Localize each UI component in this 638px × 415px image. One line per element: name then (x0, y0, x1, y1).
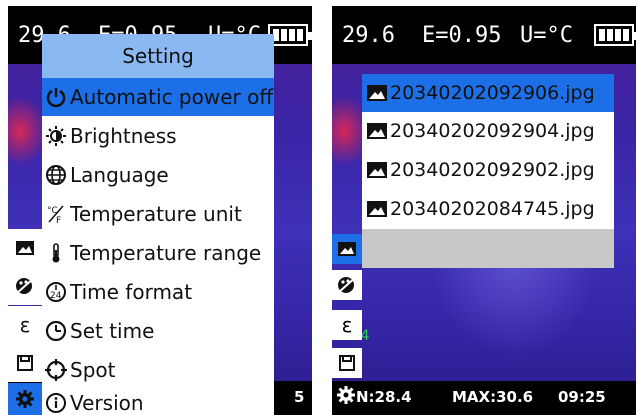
menu-item-label: Time format (70, 280, 193, 304)
storage-icon[interactable] (8, 344, 42, 382)
clock-icon (44, 319, 68, 343)
image-file-icon (367, 85, 387, 101)
svg-text:24: 24 (50, 291, 62, 301)
emissivity-icon[interactable]: ε (8, 306, 42, 344)
file-row[interactable]: 20340202092906.jpg (362, 74, 614, 112)
menu-item-spot[interactable]: Spot (42, 351, 274, 389)
settings-menu: Setting Automatic power off Brightness L… (42, 34, 274, 415)
file-row[interactable]: 20340202092904.jpg (362, 112, 614, 150)
palette-icon[interactable] (332, 270, 362, 300)
clock-time: 09:25 (558, 388, 606, 406)
menu-item-label: Automatic power off (70, 85, 274, 109)
temperature-readout: 29.6 (342, 23, 395, 48)
menu-item-label: Temperature range (70, 241, 262, 265)
settings-gear-icon[interactable] (8, 383, 42, 415)
image-gallery-icon[interactable] (8, 229, 42, 267)
settings-gear-icon[interactable] (336, 385, 356, 409)
menu-item-label: Language (70, 163, 169, 187)
menu-title: Setting (42, 34, 274, 78)
info-icon (44, 391, 68, 415)
brightness-icon (44, 124, 68, 148)
menu-item-automatic-power-off[interactable]: Automatic power off (42, 78, 274, 116)
crosshair-icon (44, 358, 68, 382)
time-24-icon: 24 (44, 280, 68, 304)
status-bar: 29.6 E=0.95 U=°C (332, 6, 636, 64)
menu-item-set-time[interactable]: Set time (42, 312, 274, 350)
image-file-icon (367, 123, 387, 139)
file-name: 20340202092906.jpg (390, 82, 595, 104)
menu-item-label: Temperature unit (70, 202, 242, 226)
unit-readout: U=°C (520, 23, 573, 48)
globe-icon (44, 163, 68, 187)
palette-icon[interactable] (8, 267, 42, 305)
menu-item-label: Version (70, 390, 144, 415)
image-file-icon (367, 201, 387, 217)
file-name: 20340202084745.jpg (390, 198, 595, 220)
menu-item-label: Spot (70, 358, 116, 382)
power-icon (44, 85, 68, 109)
temperature-unit-icon: °C F (44, 202, 68, 226)
svg-text:F: F (56, 216, 61, 225)
thermometer-icon (44, 241, 68, 265)
menu-item-label: Set time (70, 319, 155, 343)
menu-item-language[interactable]: Language (42, 156, 274, 194)
battery-icon (268, 24, 312, 46)
emissivity-readout: E=0.95 (422, 23, 502, 48)
menu-item-label: Brightness (70, 124, 177, 148)
image-file-icon (367, 162, 387, 178)
emissivity-icon[interactable]: ε (332, 310, 362, 340)
file-list: 20340202092906.jpg 20340202092904.jpg 20… (362, 74, 614, 268)
file-row[interactable]: 20340202092902.jpg (362, 151, 614, 189)
file-name: 20340202092904.jpg (390, 120, 595, 142)
left-device-screen: 29.6 E=0.95 U=°C 5 ε Setting Automatic p… (8, 6, 312, 415)
storage-icon[interactable] (332, 348, 362, 378)
image-gallery-icon[interactable] (332, 234, 362, 264)
menu-item-brightness[interactable]: Brightness (42, 117, 274, 155)
bottom-value-fragment: 5 (294, 388, 305, 406)
menu-item-time-format[interactable]: 24 Time format (42, 273, 274, 311)
empty-file-slot (362, 229, 614, 268)
file-name: 20340202092902.jpg (390, 159, 595, 181)
max-temperature: MAX:30.6 (452, 388, 534, 406)
bottom-info-bar: N:28.4 MAX:30.6 09:25 (332, 381, 636, 415)
menu-item-temperature-range[interactable]: Temperature range (42, 234, 274, 272)
min-temperature: N:28.4 (356, 388, 412, 406)
menu-item-version[interactable]: Version (42, 390, 274, 415)
battery-icon (594, 24, 636, 46)
right-device-screen: 29.6 E=0.95 U=°C .4 ε N:28.4 MAX:30.6 09… (332, 6, 636, 415)
file-row[interactable]: 20340202084745.jpg (362, 190, 614, 228)
menu-item-temperature-unit[interactable]: °C F Temperature unit (42, 195, 274, 233)
